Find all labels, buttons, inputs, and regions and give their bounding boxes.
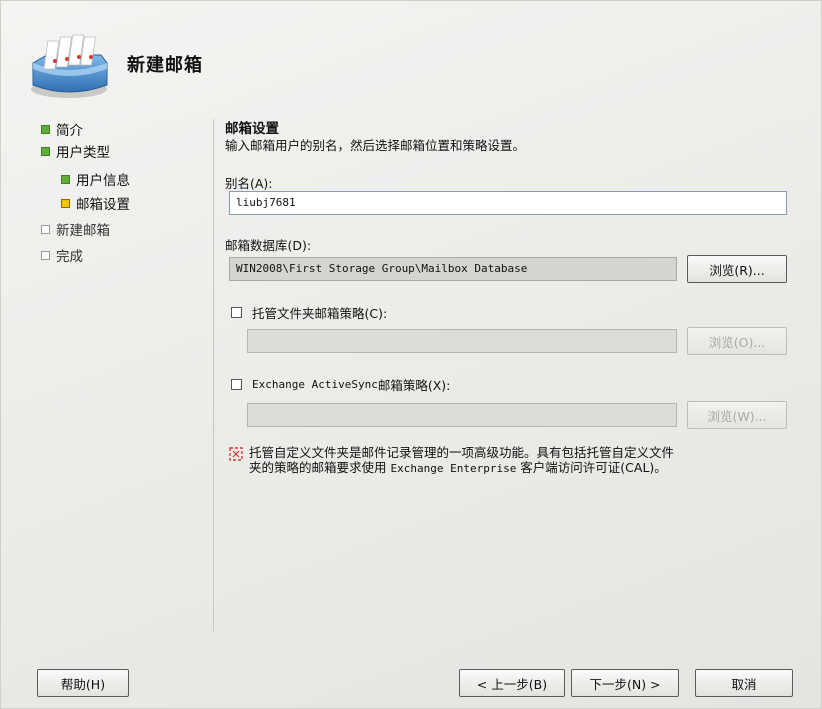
back-button[interactable]: < 上一步(B) [459, 669, 565, 697]
next-button[interactable]: 下一步(N) > [571, 669, 679, 697]
step-label: 用户类型 [56, 145, 110, 161]
managed-folder-checkbox[interactable] [231, 307, 242, 318]
step-label: 新建邮箱 [56, 223, 110, 239]
step-complete: 完成 [41, 245, 83, 265]
step-pending-icon [41, 250, 50, 260]
activesync-checkbox[interactable] [231, 379, 242, 390]
step-label: 完成 [56, 249, 83, 265]
step-user-type: 用户类型 [41, 141, 110, 161]
step-done-icon [41, 124, 50, 134]
help-button[interactable]: 帮助(H) [37, 669, 129, 697]
step-current-icon [61, 198, 70, 208]
mailbox-icon [31, 34, 108, 98]
managed-folder-field [247, 329, 677, 353]
info-warning-icon [229, 447, 243, 461]
info-note: 托管自定义文件夹是邮件记录管理的一项高级功能。具有包括托管自定义文件 夹的策略的… [229, 445, 789, 476]
step-mailbox-settings: 邮箱设置 [61, 193, 130, 213]
step-user-info: 用户信息 [61, 169, 130, 189]
cancel-button[interactable]: 取消 [695, 669, 793, 697]
section-description: 输入邮箱用户的别名，然后选择邮箱位置和策略设置。 [225, 138, 526, 153]
info-line-2a: 夹的策略的邮箱要求使用 [249, 460, 391, 475]
browse-activesync-button: 浏览(W)... [687, 401, 787, 429]
step-new-mailbox: 新建邮箱 [41, 219, 110, 239]
info-text: 托管自定义文件夹是邮件记录管理的一项高级功能。具有包括托管自定义文件 夹的策略的… [249, 445, 789, 476]
step-label: 邮箱设置 [76, 197, 130, 213]
browse-managed-folder-button: 浏览(O)... [687, 327, 787, 355]
section-title: 邮箱设置 [225, 121, 279, 137]
new-mailbox-wizard-window: 新建邮箱 简介 用户类型 用户信息 邮箱设置 新建邮箱 完成 邮箱设置 输入邮箱… [0, 0, 822, 709]
info-line-1: 托管自定义文件夹是邮件记录管理的一项高级功能。具有包括托管自定义文件 [249, 445, 675, 460]
step-label: 简介 [56, 123, 83, 139]
step-done-icon [61, 174, 70, 184]
info-line-2c: 客户端访问许可证(CAL)。 [516, 460, 667, 475]
activesync-field [247, 403, 677, 427]
step-label: 用户信息 [76, 173, 130, 189]
step-intro: 简介 [41, 119, 83, 139]
alias-label: 别名(A): [225, 176, 273, 191]
managed-folder-policy-row: 托管文件夹邮箱策略(C): [231, 303, 387, 322]
activesync-label-suffix: 邮箱策略(X): [377, 378, 451, 393]
info-line-2b: Exchange Enterprise [390, 462, 517, 475]
managed-folder-label: 托管文件夹邮箱策略(C): [252, 306, 388, 321]
browse-database-button[interactable]: 浏览(R)... [687, 255, 787, 283]
vertical-divider [213, 119, 215, 631]
step-pending-icon [41, 224, 50, 234]
alias-input[interactable]: liubj7681 [229, 191, 787, 215]
wizard-title: 新建邮箱 [127, 55, 203, 76]
step-done-icon [41, 146, 50, 156]
database-label: 邮箱数据库(D): [225, 238, 312, 253]
activesync-policy-row: Exchange ActiveSync 邮箱策略(X): [231, 375, 450, 394]
activesync-label-prefix: Exchange ActiveSync [252, 378, 378, 391]
database-field: WIN2008\First Storage Group\Mailbox Data… [229, 257, 677, 281]
